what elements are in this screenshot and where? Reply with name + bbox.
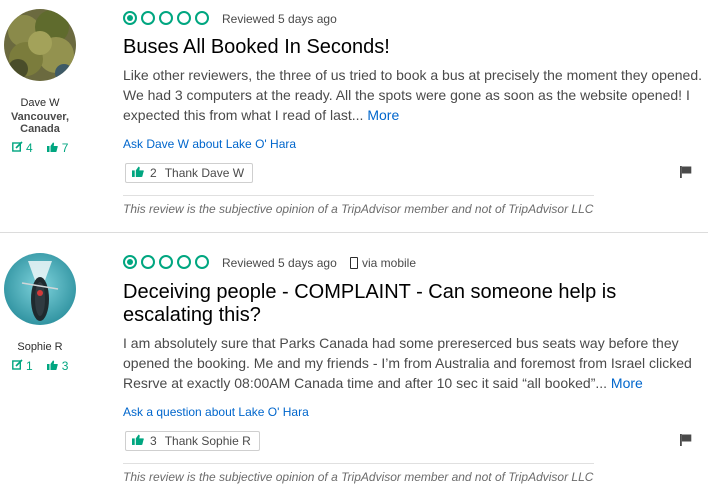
member-badges: 1 3	[0, 358, 80, 373]
thank-label: Thank Dave W	[164, 166, 245, 180]
thank-count: 2	[150, 166, 157, 180]
rating-bubbles	[123, 252, 213, 272]
member-info: Dave W Vancouver, Canada 4 7	[0, 0, 80, 232]
thumbs-up-icon	[132, 166, 144, 180]
avatar-image	[4, 9, 76, 81]
rating-bubble-icon	[195, 255, 209, 269]
review-date: Reviewed 5 days ago	[222, 256, 337, 270]
review-text-body: I am absolutely sure that Parks Canada h…	[123, 335, 692, 391]
rating-bubble-icon	[159, 255, 173, 269]
thank-button[interactable]: 3 Thank Sophie R	[125, 431, 260, 451]
review-text: I am absolutely sure that Parks Canada h…	[123, 333, 705, 393]
ask-question-link[interactable]: Ask Dave W about Lake O' Hara	[123, 137, 296, 151]
rating-bubble-icon	[177, 11, 191, 25]
member-location: Vancouver, Canada	[10, 111, 70, 135]
divider	[123, 195, 594, 196]
flag-icon[interactable]	[679, 165, 693, 179]
review-content: Reviewed 5 days ago via mobile Deceiving…	[123, 233, 703, 493]
thumbs-up-icon	[47, 141, 59, 155]
divider	[123, 463, 594, 464]
contribution-icon	[11, 141, 23, 155]
avatar[interactable]	[4, 253, 76, 325]
rating-bubble-icon	[123, 255, 137, 269]
thumbs-up-icon	[132, 434, 144, 448]
contribution-count: 4	[25, 140, 33, 155]
member-name[interactable]: Sophie R	[0, 341, 80, 353]
member-info: Sophie R 1 3	[0, 233, 80, 493]
review-text: Like other reviewers, the three of us tr…	[123, 65, 705, 125]
thank-count: 3	[150, 434, 157, 448]
more-link[interactable]: More	[367, 107, 399, 123]
flag-icon[interactable]	[679, 433, 693, 447]
review-title[interactable]: Deceiving people - COMPLAINT - Can someo…	[123, 281, 643, 327]
more-link[interactable]: More	[611, 375, 643, 391]
via-mobile: via mobile	[350, 256, 416, 270]
helpful-votes-count: 7	[61, 140, 69, 155]
avatar[interactable]	[4, 9, 76, 81]
review-disclaimer: This review is the subjective opinion of…	[123, 470, 594, 484]
review-card: Sophie R 1 3 Reviewed 5 days ago via mob…	[0, 233, 708, 493]
rating-bubble-icon	[123, 11, 137, 25]
member-name[interactable]: Dave W	[0, 97, 80, 109]
contribution-count: 1	[25, 358, 33, 373]
rating-bubble-icon	[195, 11, 209, 25]
rating-bubble-icon	[177, 255, 191, 269]
review-content: Reviewed 5 days ago Buses All Booked In …	[123, 0, 703, 232]
rating-bubbles	[123, 8, 213, 28]
rating-bubble-icon	[141, 11, 155, 25]
member-badges: 4 7	[0, 140, 80, 155]
avatar-image	[4, 253, 76, 325]
thumbs-up-icon	[47, 359, 59, 373]
thank-button[interactable]: 2 Thank Dave W	[125, 163, 254, 183]
rating-bubble-icon	[159, 11, 173, 25]
rating-bubble-icon	[141, 255, 155, 269]
review-card: Dave W Vancouver, Canada 4 7 Reviewed 5 …	[0, 0, 708, 232]
via-mobile-label: via mobile	[362, 256, 417, 270]
helpful-votes-count: 3	[61, 358, 69, 373]
review-title[interactable]: Buses All Booked In Seconds!	[123, 36, 643, 59]
review-disclaimer: This review is the subjective opinion of…	[123, 202, 594, 216]
review-text-body: Like other reviewers, the three of us tr…	[123, 67, 702, 123]
mobile-phone-icon	[350, 257, 358, 269]
ask-question-link[interactable]: Ask a question about Lake O' Hara	[123, 405, 309, 419]
review-date: Reviewed 5 days ago	[222, 12, 337, 26]
contribution-icon	[11, 359, 23, 373]
thank-label: Thank Sophie R	[164, 434, 251, 448]
